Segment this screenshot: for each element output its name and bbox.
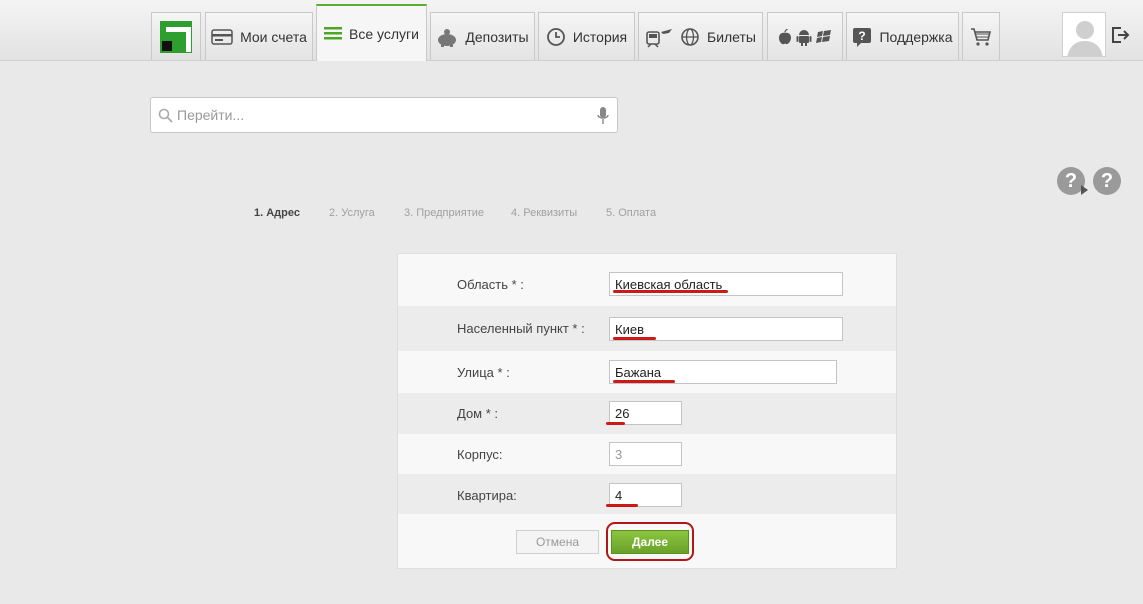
region-label: Область * : <box>457 277 524 292</box>
search-icon <box>158 108 173 128</box>
tab-support[interactable]: ? Поддержка <box>846 12 959 60</box>
cancel-button[interactable]: Отмена <box>516 530 599 554</box>
step-address: 1. Адрес <box>254 207 300 219</box>
annotation-underline <box>606 504 638 507</box>
windows-icon <box>816 29 832 45</box>
question-mark-icon: ? <box>1064 169 1078 192</box>
microphone-icon[interactable] <box>597 107 609 130</box>
top-navigation-bar: Мои счета Все услуги Депозиты История Би… <box>0 0 1143 61</box>
cart-icon <box>970 27 992 47</box>
tab-label: Мои счета <box>240 28 307 45</box>
annotation-underline <box>613 290 728 293</box>
history-icon <box>546 27 566 47</box>
apple-icon <box>778 28 792 45</box>
tab-label: Билеты <box>707 28 756 45</box>
globe-icon <box>680 27 700 47</box>
form-row-region: Область * : <box>398 264 896 306</box>
search-input[interactable] <box>177 98 587 132</box>
annotation-underline <box>606 422 625 425</box>
apartment-label: Квартира: <box>457 488 517 503</box>
form-row-building: Корпус: <box>398 434 896 474</box>
city-label: Населенный пункт * : <box>457 321 585 336</box>
bank-logo[interactable] <box>151 12 201 60</box>
question-mark-icon: ? <box>1100 169 1114 192</box>
video-help-button[interactable]: ? <box>1057 167 1088 195</box>
building-label: Корпус: <box>457 447 503 462</box>
step-service: 2. Услуга <box>329 207 375 219</box>
form-row-street: Улица * : <box>398 351 896 393</box>
tab-label: Депозиты <box>465 28 529 45</box>
tab-label: Все услуги <box>349 25 419 42</box>
form-row-city: Населенный пункт * : <box>398 306 896 351</box>
step-details: 4. Реквизиты <box>511 207 578 219</box>
building-field[interactable] <box>609 442 682 466</box>
annotation-underline <box>613 337 656 340</box>
tab-history[interactable]: История <box>538 12 635 60</box>
tab-deposits[interactable]: Депозиты <box>430 12 535 60</box>
play-icon <box>1081 185 1088 195</box>
form-row-house: Дом * : <box>398 393 896 434</box>
house-label: Дом * : <box>457 406 499 421</box>
step-company: 3. Предприятие <box>404 207 485 219</box>
train-plane-icon <box>645 26 673 48</box>
list-icon <box>324 26 343 42</box>
tab-cart[interactable] <box>962 12 1000 60</box>
logo-mark-icon <box>160 21 192 53</box>
tab-all-services[interactable]: Все услуги <box>316 4 427 61</box>
android-icon <box>796 28 812 46</box>
support-icon: ? <box>852 27 872 47</box>
tab-mobile-apps[interactable] <box>767 12 843 60</box>
piggy-bank-icon <box>436 27 458 47</box>
card-icon <box>211 28 233 45</box>
search-box <box>150 97 618 133</box>
help-button[interactable]: ? <box>1093 167 1121 195</box>
annotation-underline <box>613 380 675 383</box>
tab-label: История <box>572 28 628 45</box>
user-avatar[interactable] <box>1062 12 1106 57</box>
svg-text:?: ? <box>859 29 866 43</box>
tab-tickets[interactable]: Билеты <box>638 12 763 60</box>
tab-label: Поддержка <box>879 28 953 45</box>
tab-my-accounts[interactable]: Мои счета <box>205 12 313 60</box>
street-label: Улица * : <box>457 365 510 380</box>
address-form: Область * : Населенный пункт * : Улица *… <box>397 253 897 569</box>
next-button[interactable]: Далее <box>611 530 689 554</box>
step-payment: 5. Оплата <box>606 207 657 219</box>
form-row-apartment: Квартира: <box>398 474 896 514</box>
logout-icon[interactable] <box>1110 25 1130 45</box>
